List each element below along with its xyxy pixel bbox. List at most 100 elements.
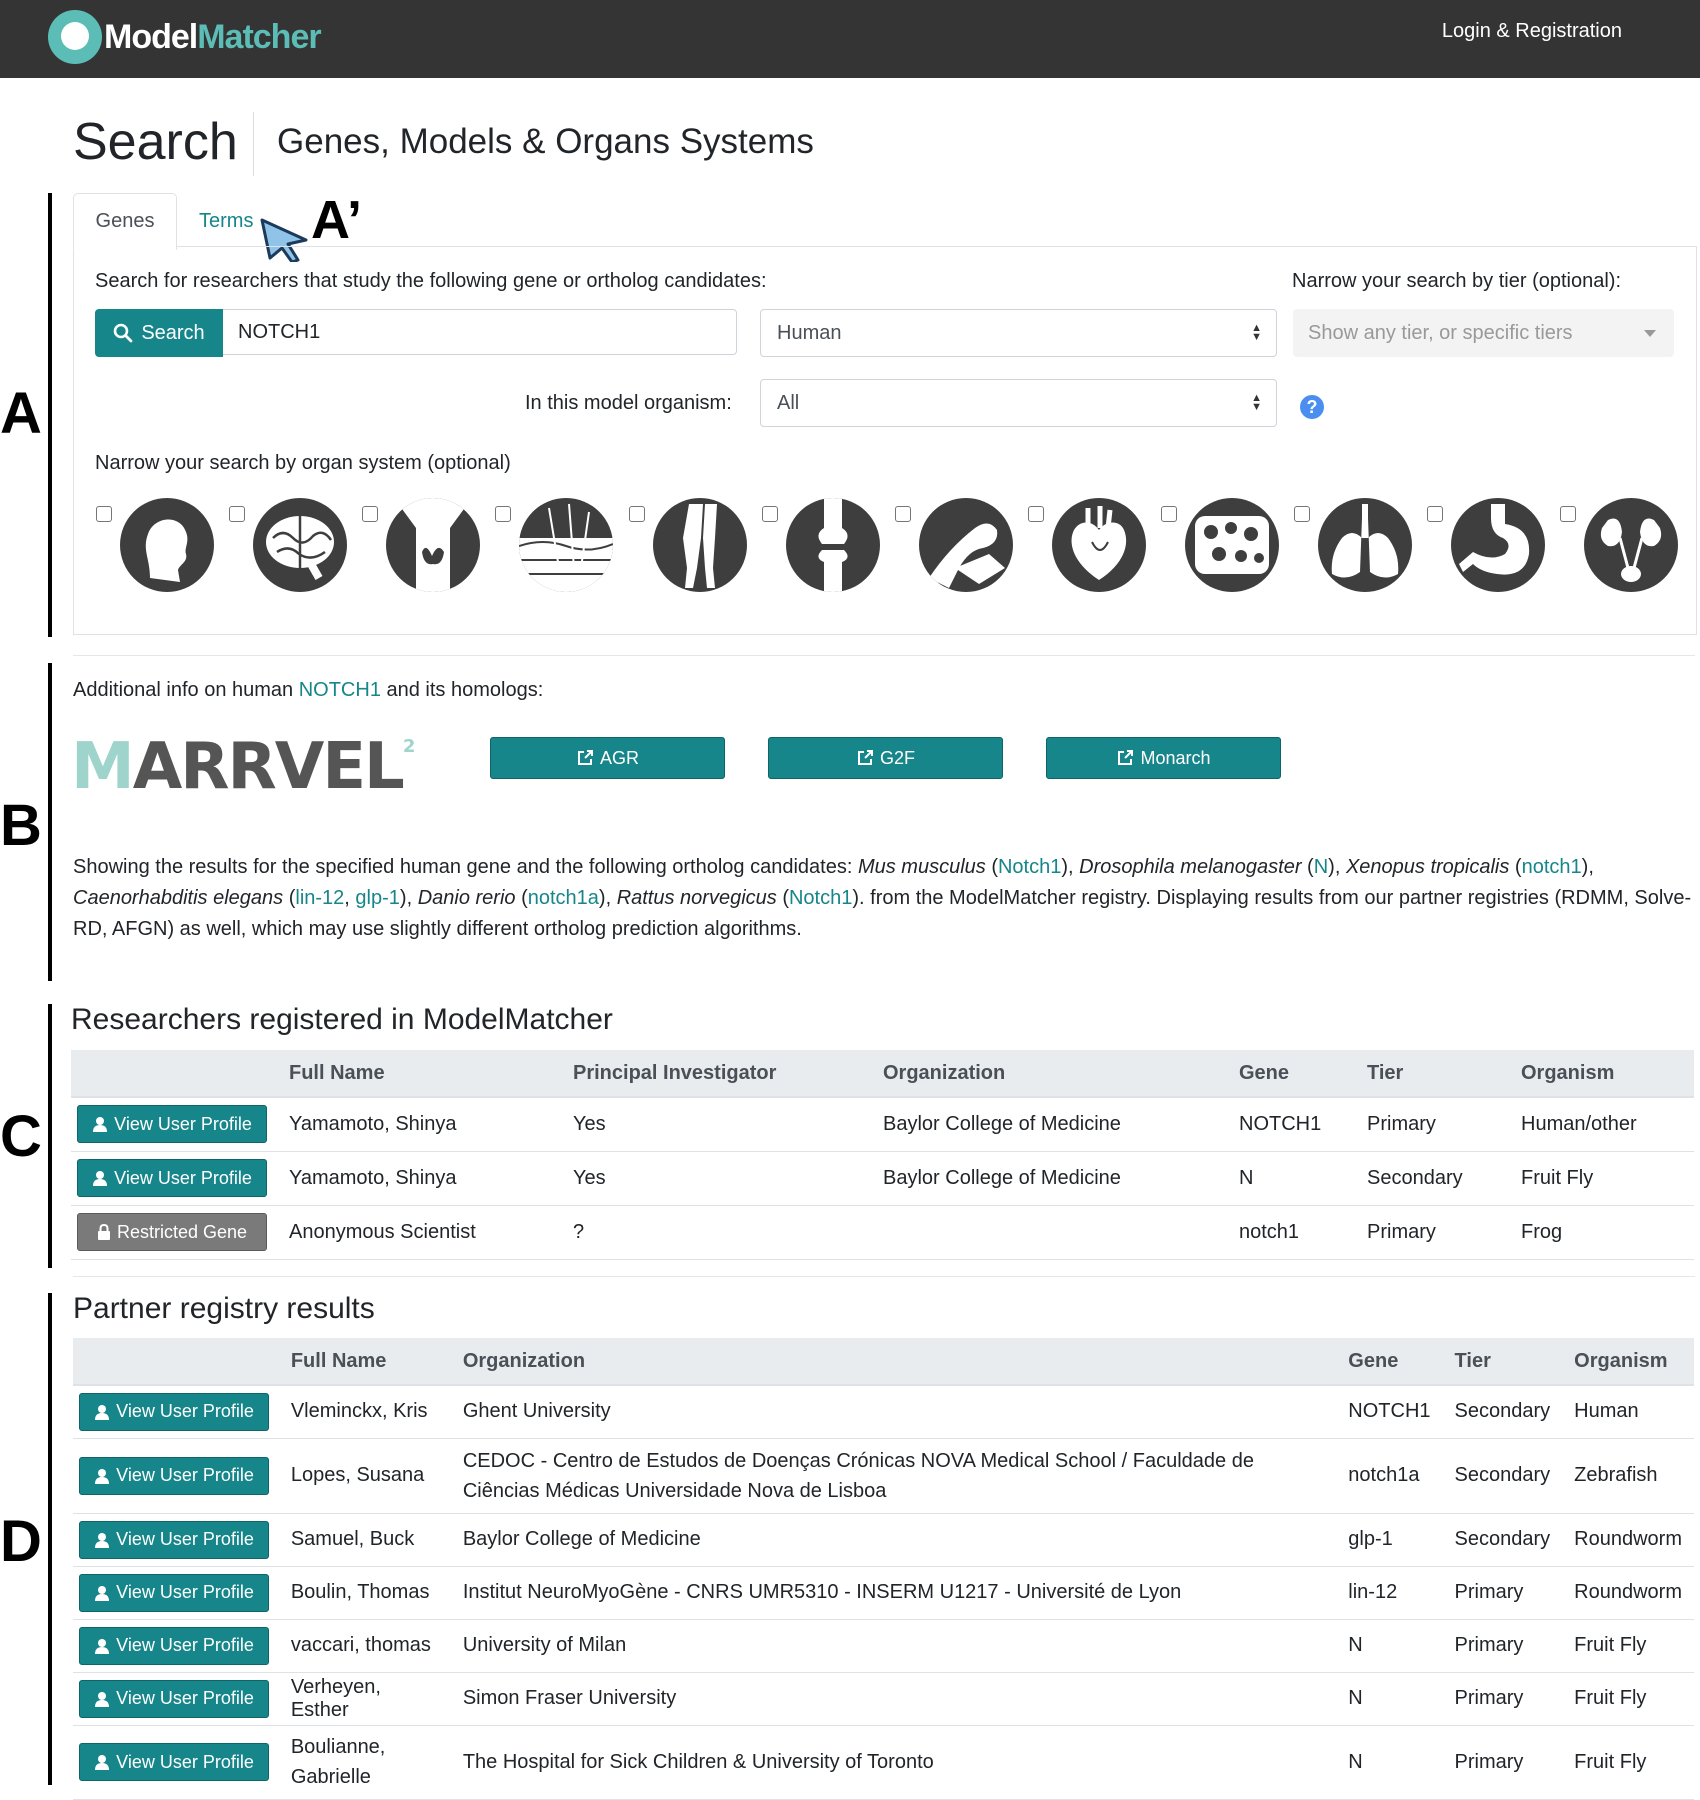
tab-terms[interactable]: Terms xyxy=(199,210,253,233)
marrvel-logo-m: M xyxy=(71,730,135,804)
table-row: View User Profile Yamamoto, Shinya Yes B… xyxy=(71,1097,1694,1152)
registered-researchers-table: Full Name Principal Investigator Organiz… xyxy=(71,1050,1694,1260)
search-button[interactable]: Search xyxy=(95,309,223,357)
skin-icon[interactable] xyxy=(519,498,613,592)
organ-checkbox-skin[interactable] xyxy=(495,506,511,522)
button-label: View User Profile xyxy=(114,1167,252,1188)
organ-checkbox-kidney[interactable] xyxy=(1560,506,1576,522)
ortholog-link[interactable]: N xyxy=(1314,856,1328,878)
table-header-row: Full Name Principal Investigator Organiz… xyxy=(71,1050,1694,1098)
section-bar-b xyxy=(48,663,52,981)
divider xyxy=(73,1276,1695,1277)
head-neck-icon[interactable] xyxy=(120,498,214,592)
organism-select[interactable]: All ▲ ▼ xyxy=(760,379,1277,427)
organ-checkbox-brain[interactable] xyxy=(229,506,245,522)
column-header: Organization xyxy=(871,1050,1227,1098)
gene-input[interactable]: NOTCH1 xyxy=(223,309,737,355)
limbs-icon[interactable] xyxy=(653,498,747,592)
brain-icon[interactable] xyxy=(253,498,347,592)
organization: Ghent University xyxy=(450,1385,1337,1439)
organization: Baylor College of Medicine xyxy=(871,1151,1227,1206)
gene: notch1a xyxy=(1336,1438,1443,1514)
organ-checkbox-limbs[interactable] xyxy=(629,506,645,522)
gene: NOTCH1 xyxy=(1336,1385,1443,1439)
view-user-profile-button[interactable]: View User Profile xyxy=(77,1105,267,1144)
species-name: Xenopus tropicalis xyxy=(1345,856,1510,878)
principal-investigator: Yes xyxy=(561,1151,871,1206)
ortholog-link[interactable]: glp-1 xyxy=(355,887,399,909)
view-user-profile-button[interactable]: View User Profile xyxy=(77,1159,267,1197)
organization: Baylor College of Medicine xyxy=(871,1097,1227,1152)
table-row: View User Profile Boulianne, Gabrielle T… xyxy=(73,1725,1694,1800)
lungs-icon[interactable] xyxy=(1318,498,1412,592)
species-select[interactable]: Human ▲ ▼ xyxy=(760,309,1277,357)
marrvel-logo[interactable]: MARRVEL2 xyxy=(71,730,415,804)
info-prefix: Additional info on human xyxy=(73,679,299,701)
view-user-profile-button[interactable]: View User Profile xyxy=(79,1626,269,1665)
full-name: Yamamoto, Shinya xyxy=(277,1151,561,1206)
tier-select-placeholder: Show any tier, or specific tiers xyxy=(1308,321,1573,344)
button-label: View User Profile xyxy=(116,1465,254,1485)
full-name: Boulianne, Gabrielle xyxy=(278,1725,451,1800)
column-header-actions xyxy=(73,1338,279,1386)
organ-checkbox-heart[interactable] xyxy=(1028,506,1044,522)
user-icon xyxy=(95,1691,110,1707)
tab-genes[interactable]: Genes xyxy=(73,193,177,250)
kidney-icon[interactable] xyxy=(1584,498,1678,592)
heart-icon[interactable] xyxy=(1052,498,1146,592)
joint-icon[interactable] xyxy=(786,498,880,592)
view-user-profile-button[interactable]: View User Profile xyxy=(79,1456,269,1495)
button-label: View User Profile xyxy=(114,1113,252,1134)
section-bar-d xyxy=(48,1293,52,1785)
monarch-button-label: Monarch xyxy=(1140,747,1211,768)
registered-researchers-heading: Researchers registered in ModelMatcher xyxy=(71,1003,613,1036)
organ-checkbox-head-neck[interactable] xyxy=(96,506,112,522)
species-name: Drosophila melanogaster xyxy=(1079,856,1302,878)
g2f-button[interactable]: G2F xyxy=(768,737,1003,779)
view-user-profile-button[interactable]: View User Profile xyxy=(79,1573,269,1612)
organ-checkbox-lungs[interactable] xyxy=(1294,506,1310,522)
login-registration-link[interactable]: Login & Registration xyxy=(1442,20,1622,43)
caret-down-icon xyxy=(1644,330,1656,337)
organ-checkbox-thyroid[interactable] xyxy=(362,506,378,522)
ortholog-link[interactable]: lin-12 xyxy=(295,887,344,909)
thyroid-icon[interactable] xyxy=(386,498,480,592)
table-row: View User Profile vaccari, thomas Univer… xyxy=(73,1619,1694,1673)
restricted-gene-button[interactable]: Restricted Gene xyxy=(77,1213,267,1251)
agr-button[interactable]: AGR xyxy=(490,737,725,779)
species-name: Danio rerio xyxy=(417,887,516,909)
help-icon[interactable]: ? xyxy=(1300,395,1324,419)
full-name: Verheyen, Esther xyxy=(278,1672,451,1726)
table-row: View User Profile Samuel, Buck Baylor Co… xyxy=(73,1513,1694,1567)
monarch-button[interactable]: Monarch xyxy=(1046,737,1281,779)
gene-link[interactable]: NOTCH1 xyxy=(299,679,381,701)
view-user-profile-button[interactable]: View User Profile xyxy=(79,1520,269,1559)
organ-checkbox-joint[interactable] xyxy=(762,506,778,522)
logo[interactable]: ModelMatcher xyxy=(48,6,322,68)
button-label: View User Profile xyxy=(116,1401,254,1422)
section-label-c: C xyxy=(0,1104,42,1169)
gene: N xyxy=(1336,1619,1443,1673)
user-icon xyxy=(95,1404,110,1420)
agr-button-label: AGR xyxy=(599,747,639,768)
gene: N xyxy=(1227,1151,1355,1206)
tier: Secondary xyxy=(1442,1513,1563,1567)
view-user-profile-button[interactable]: View User Profile xyxy=(79,1392,269,1431)
organ-checkbox-muscle[interactable] xyxy=(895,506,911,522)
page-title: Search xyxy=(73,113,238,171)
stomach-icon[interactable] xyxy=(1451,498,1545,592)
ortholog-link[interactable]: Notch1 xyxy=(789,887,852,909)
blood-icon[interactable] xyxy=(1185,498,1279,592)
view-user-profile-button[interactable]: View User Profile xyxy=(79,1743,269,1781)
muscle-icon[interactable] xyxy=(919,498,1013,592)
ortholog-link[interactable]: Notch1 xyxy=(998,856,1061,878)
user-icon xyxy=(95,1532,110,1548)
organ-checkbox-blood[interactable] xyxy=(1161,506,1177,522)
ortholog-link[interactable]: notch1a xyxy=(528,887,599,909)
view-user-profile-button[interactable]: View User Profile xyxy=(79,1679,269,1718)
logo-icon xyxy=(48,10,102,64)
organ-checkbox-stomach[interactable] xyxy=(1427,506,1443,522)
ortholog-results-description: Showing the results for the specified hu… xyxy=(73,856,1692,940)
ortholog-link[interactable]: notch1 xyxy=(1522,856,1582,878)
tier-select[interactable]: Show any tier, or specific tiers xyxy=(1293,309,1674,357)
